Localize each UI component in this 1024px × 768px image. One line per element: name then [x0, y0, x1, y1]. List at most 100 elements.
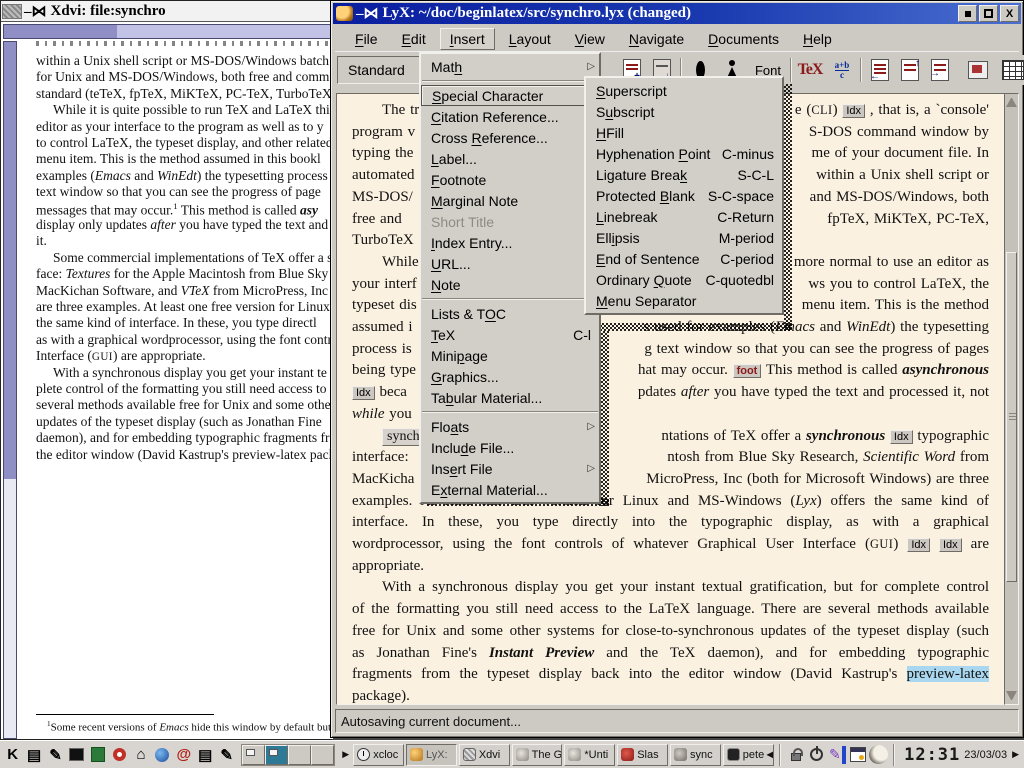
- menu-item-graphics[interactable]: Graphics...: [421, 366, 599, 387]
- klipper-button[interactable]: ✎: [827, 744, 847, 766]
- menu-item-tex[interactable]: TeXC-l: [421, 324, 599, 345]
- clipped-text-line: [36, 41, 333, 46]
- menu-item-external-material[interactable]: External Material...: [421, 479, 599, 500]
- menu-item-insert-file[interactable]: Insert File▷: [421, 458, 599, 479]
- inset-button-Idx[interactable]: Idx: [842, 104, 865, 118]
- menu-item-floats[interactable]: Floats▷: [421, 416, 599, 437]
- inset-button-Idx[interactable]: Idx: [907, 538, 930, 552]
- lyx-titlebar[interactable]: –⋈ LyX: ~/doc/beginlatex/src/synchro.lyx…: [333, 3, 1021, 24]
- menu-item-end-of-sentence[interactable]: End of SentenceC-period: [586, 248, 782, 269]
- menubar-item-help[interactable]: Help: [793, 28, 842, 50]
- menu-item-math[interactable]: Math▷: [421, 56, 599, 77]
- pager-desktop-4[interactable]: [311, 745, 334, 765]
- organizer-button[interactable]: [848, 744, 868, 766]
- k-menu-icon[interactable]: K: [2, 743, 23, 767]
- scroll-down-arrow[interactable]: [1006, 691, 1017, 702]
- task-button-xdvi[interactable]: Xdvi: [459, 744, 510, 766]
- tex-mode-button[interactable]: TeX: [795, 55, 825, 85]
- task-button-theg[interactable]: The G: [512, 744, 563, 766]
- xdvi-horizontal-scrollbar[interactable]: [3, 24, 331, 39]
- menu-item-ligature-break[interactable]: Ligature BreakS-C-L: [586, 164, 782, 185]
- menubar-item-layout[interactable]: Layout: [499, 28, 561, 50]
- kmoon-button[interactable]: [868, 744, 888, 766]
- insert-marginnote-button[interactable]: ↑: [895, 55, 925, 85]
- task-button-slas[interactable]: Slas: [617, 744, 668, 766]
- xdvi-page-view[interactable]: within a Unix shell script or MS-DOS/Win…: [19, 41, 333, 739]
- maximize-button[interactable]: [979, 5, 998, 22]
- task-button-sync[interactable]: sync: [670, 744, 721, 766]
- lock-screen-button[interactable]: [786, 744, 806, 766]
- help-icon[interactable]: [109, 743, 130, 767]
- panel-hide-arrow-icon[interactable]: ▶: [1009, 749, 1022, 760]
- menu-item-menu-separator[interactable]: Menu Separator: [586, 290, 782, 311]
- menu-item-hyphenation-point[interactable]: Hyphenation PointC-minus: [586, 143, 782, 164]
- window-list-icon[interactable]: ▤: [23, 743, 44, 767]
- menu-item-include-file[interactable]: Include File...: [421, 437, 599, 458]
- menu-item-note[interactable]: Note: [421, 274, 599, 295]
- show-desktop-icon[interactable]: ✎: [45, 743, 66, 767]
- close-button[interactable]: X: [1000, 5, 1019, 22]
- inset-button-Idx[interactable]: Idx: [352, 386, 375, 400]
- xdvi-vertical-scrollbar[interactable]: [3, 41, 17, 739]
- menu-item-hfill[interactable]: HFill: [586, 122, 782, 143]
- task-button-lyx[interactable]: LyX:: [406, 744, 457, 766]
- inset-button-Idx[interactable]: Idx: [890, 430, 913, 444]
- menu-item-superscript[interactable]: Superscript: [586, 80, 782, 101]
- pager-window-thumb: [269, 749, 278, 756]
- menu-item-url[interactable]: URL...: [421, 253, 599, 274]
- files-icon[interactable]: ▤: [195, 743, 216, 767]
- pager-desktop-1[interactable]: [242, 745, 265, 765]
- math-mode-button[interactable]: a+b c: [827, 55, 857, 85]
- menu-item-special-character[interactable]: Special Character▷: [421, 85, 599, 106]
- menu-item-index-entry[interactable]: Index Entry...: [421, 232, 599, 253]
- insert-figure-button[interactable]: [963, 55, 993, 85]
- editor-icon[interactable]: ✎: [216, 743, 237, 767]
- control-center-icon[interactable]: [88, 743, 109, 767]
- menu-item-footnote[interactable]: Footnote: [421, 169, 599, 190]
- task-button-unti[interactable]: *Unti: [564, 744, 615, 766]
- menu-item-protected-blank[interactable]: Protected BlankS-C-space: [586, 185, 782, 206]
- menu-item-cross-reference[interactable]: Cross Reference...: [421, 127, 599, 148]
- logout-button[interactable]: [807, 744, 827, 766]
- insert-footnote-button[interactable]: ←: [865, 55, 895, 85]
- xdvi-window: –⋈ Xdvi: file:synchro within a Unix shel…: [0, 0, 332, 740]
- menubar-item-file[interactable]: File: [345, 28, 388, 50]
- menu-item-subscript[interactable]: Subscript: [586, 101, 782, 122]
- menubar-item-view[interactable]: View: [565, 28, 615, 50]
- menu-shortcut: C-l: [563, 327, 591, 343]
- menu-item-ordinary-quote[interactable]: Ordinary QuoteC-quotedbl: [586, 269, 782, 290]
- task-list-arrow-icon[interactable]: ▶: [339, 749, 352, 760]
- minimize-button[interactable]: [958, 5, 977, 22]
- scroll-thumb[interactable]: [1006, 252, 1017, 582]
- menubar-item-edit[interactable]: Edit: [392, 28, 436, 50]
- menubar-item-navigate[interactable]: Navigate: [619, 28, 694, 50]
- menu-item-short-title[interactable]: Short Title: [421, 211, 599, 232]
- mail-icon[interactable]: @: [173, 743, 194, 767]
- insert-table-button[interactable]: [998, 55, 1024, 85]
- task-button-pete[interactable]: pete◄: [723, 744, 774, 766]
- menu-item-marginal-note[interactable]: Marginal Note: [421, 190, 599, 211]
- menu-item-ellipsis[interactable]: EllipsisM-period: [586, 227, 782, 248]
- terminal-icon[interactable]: [66, 743, 87, 767]
- menu-item-linebreak[interactable]: LinebreakC-Return: [586, 206, 782, 227]
- inset-button-foot[interactable]: foot: [733, 364, 762, 378]
- browser-icon[interactable]: [152, 743, 173, 767]
- pager-desktop-2[interactable]: [265, 745, 288, 765]
- menu-item-citation-reference[interactable]: Citation Reference...: [421, 106, 599, 127]
- xdvi-vscroll-thumb[interactable]: [4, 42, 16, 479]
- menubar-item-insert[interactable]: Insert: [440, 28, 495, 50]
- xdvi-titlebar[interactable]: –⋈ Xdvi: file:synchro: [1, 1, 331, 22]
- depth-button[interactable]: →: [925, 55, 955, 85]
- menubar-item-documents[interactable]: Documents: [698, 28, 789, 50]
- menu-item-minipage[interactable]: Minipage: [421, 345, 599, 366]
- xdvi-hscroll-thumb[interactable]: [117, 25, 332, 38]
- menu-item-lists-toc[interactable]: Lists & TOC: [421, 303, 599, 324]
- menu-item-label[interactable]: Label...: [421, 148, 599, 169]
- task-button-xcloc[interactable]: xcloc: [353, 744, 404, 766]
- scroll-up-arrow[interactable]: [1006, 96, 1017, 107]
- pager-desktop-3[interactable]: [288, 745, 311, 765]
- home-icon[interactable]: ⌂: [130, 743, 151, 767]
- menu-item-tabular-material[interactable]: Tabular Material...: [421, 387, 599, 408]
- inset-button-Idx[interactable]: Idx: [939, 538, 962, 552]
- document-scrollbar[interactable]: [1004, 93, 1019, 705]
